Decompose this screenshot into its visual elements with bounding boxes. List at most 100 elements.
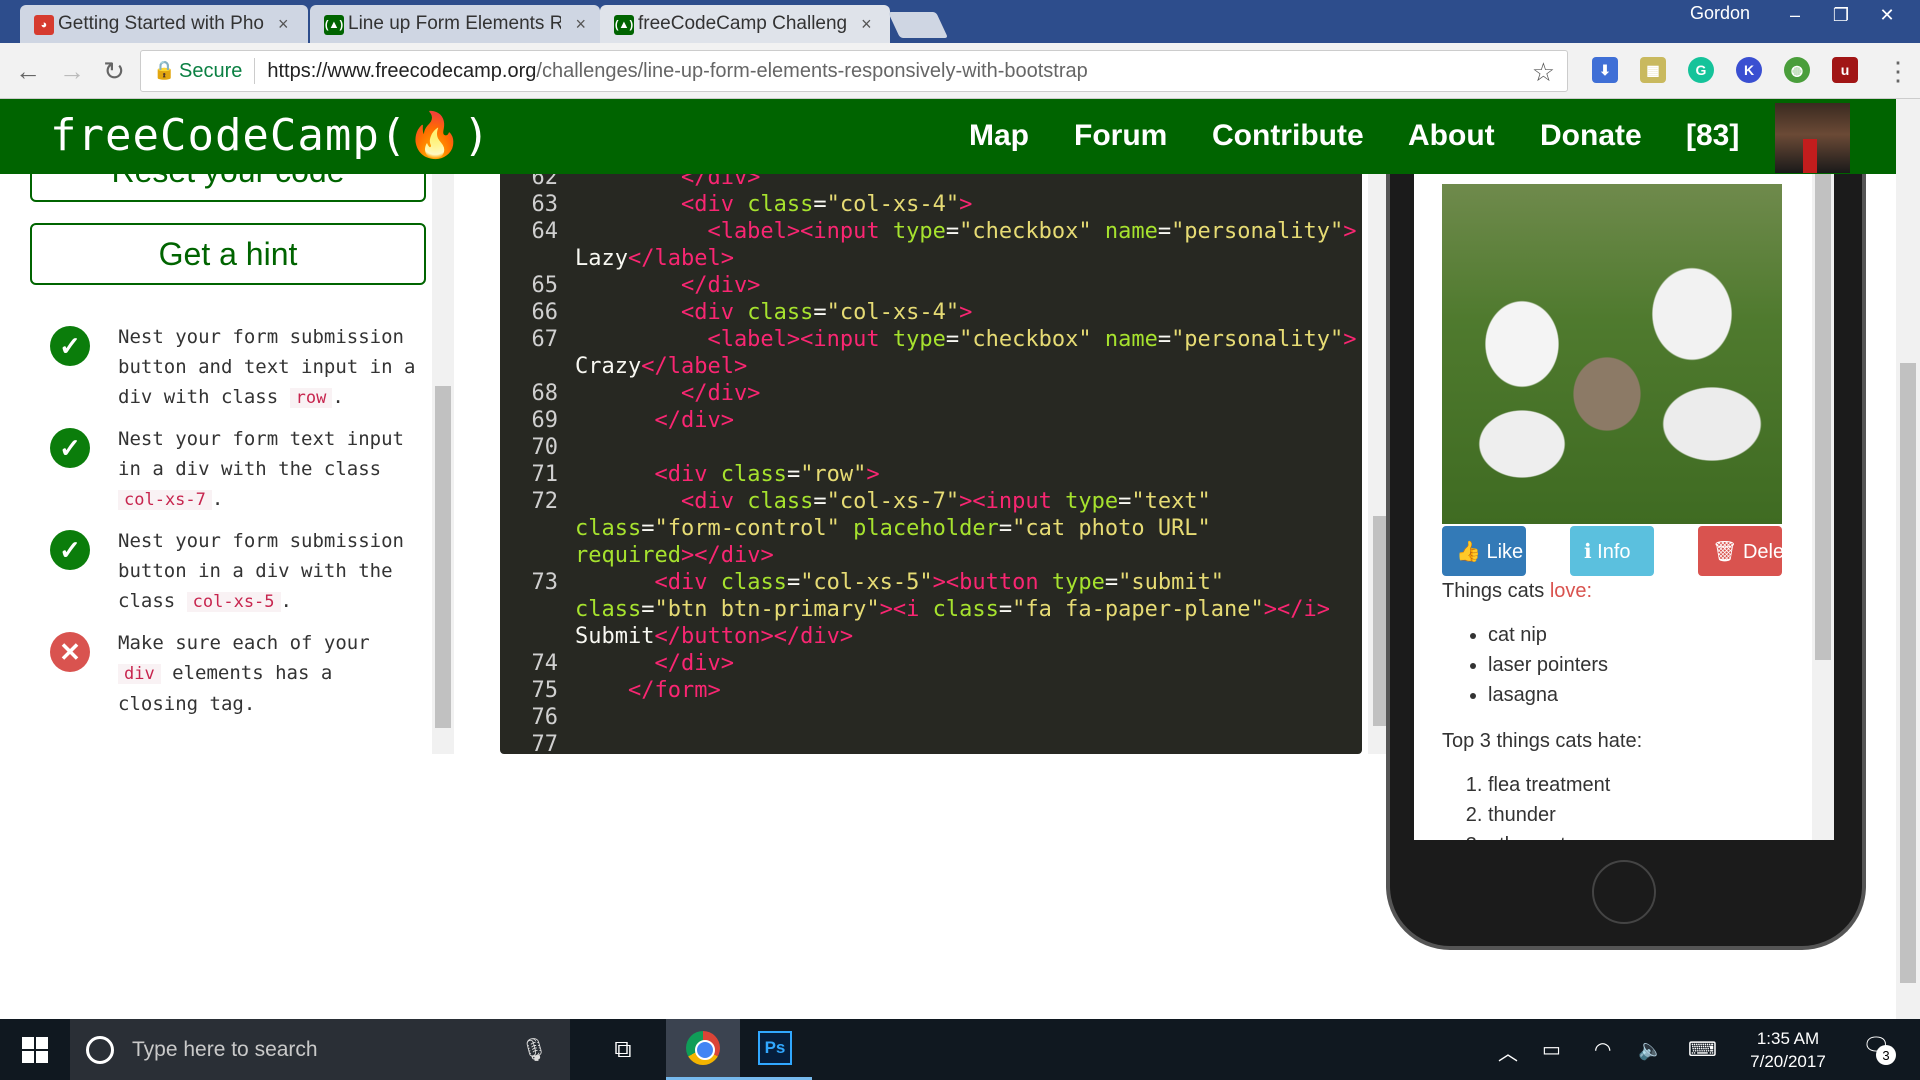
profile-name[interactable]: Gordon [1690,3,1750,24]
instructions-panel: Reset your code Get a hint ✓ Nest your f… [0,174,455,754]
code-line[interactable]: Lazy</label> [500,245,1362,272]
cross-icon: ✕ [50,632,90,672]
notes-icon[interactable]: ▦ [1640,57,1666,83]
k-extension-icon[interactable]: K [1736,57,1762,83]
volume-icon[interactable]: 🔈 [1638,1037,1663,1062]
avatar[interactable] [1775,103,1850,173]
taskbar-photoshop[interactable]: Ps [738,1019,812,1080]
task-view-icon[interactable]: ⧉ [586,1019,660,1080]
maximize-icon[interactable]: ❐ [1818,0,1864,30]
love-list: cat nip laser pointers lasagna [1488,620,1608,710]
address-bar[interactable]: 🔒 Secure https://www.freecodecamp.org /c… [140,50,1568,92]
code-line[interactable]: 69 </div> [500,407,1362,434]
kittens-photo[interactable] [1442,184,1782,524]
code-line[interactable]: required></div> [500,542,1362,569]
chrome-menu-icon[interactable]: ⋮ [1882,55,1914,87]
test-text: Nest your form submission button in a di… [118,530,404,612]
download-icon[interactable]: ⬇ [1592,57,1618,83]
code-line[interactable]: 76 [500,704,1362,731]
chevron-up-icon[interactable]: ︿ [1498,1037,1518,1066]
code-line[interactable]: 67 <label><input type="checkbox" name="p… [500,326,1362,353]
globe-icon[interactable]: ◍ [1784,57,1810,83]
bookmark-star-icon[interactable]: ☆ [1532,57,1555,88]
close-tab-icon[interactable]: × [278,14,289,35]
code-line[interactable]: 77 [500,731,1362,754]
list-item: flea treatment [1488,770,1610,800]
new-tab-button[interactable] [887,12,949,38]
minimize-icon[interactable]: – [1772,0,1818,30]
tab-line-up-form[interactable]: (▲) Line up Form Elements R × [310,5,600,43]
nav-contribute[interactable]: Contribute [1212,119,1364,153]
scroll-thumb[interactable] [1815,174,1831,660]
code-text: <label><input type="checkbox" name="pers… [575,327,1357,352]
close-tab-icon[interactable]: × [861,14,872,35]
line-number: 72 [531,489,559,514]
action-center-icon[interactable]: 🗨 3 [1862,1033,1896,1065]
code-line[interactable]: Submit</button></div> [500,623,1362,650]
code-line[interactable]: 72 <div class="col-xs-7"><input type="te… [500,488,1362,515]
keyboard-icon[interactable]: ⌨ [1688,1037,1717,1062]
reset-code-button[interactable]: Reset your code [30,174,426,202]
omnibox-divider [254,58,256,84]
code-line[interactable]: 62 </div> [500,174,1362,191]
code-text: <div class="row"> [575,462,880,487]
code-line[interactable]: 68 </div> [500,380,1362,407]
secure-label: Secure [179,59,243,82]
code-line[interactable]: 64 <label><input type="checkbox" name="p… [500,218,1362,245]
line-number: 71 [531,462,559,487]
instructions-scrollbar[interactable] [432,174,454,754]
check-icon: ✓ [50,530,90,570]
nav-forum[interactable]: Forum [1074,119,1167,153]
scroll-thumb[interactable] [1900,363,1916,983]
info-button[interactable]: ℹ Info [1570,526,1654,576]
code-line[interactable]: class="form-control" placeholder="cat ph… [500,515,1362,542]
get-hint-button[interactable]: Get a hint [30,223,426,285]
nav-points[interactable]: [83] [1686,119,1739,153]
nav-donate[interactable]: Donate [1540,119,1642,153]
code-text: <div class="col-xs-4"> [575,300,973,325]
code-line[interactable]: Crazy</label> [500,353,1362,380]
nav-map[interactable]: Map [969,119,1029,153]
ublock-icon[interactable]: u [1832,57,1858,83]
close-tab-icon[interactable]: × [575,14,586,35]
wifi-icon[interactable]: ◠ [1594,1037,1611,1062]
fcc-logo[interactable]: freeCodeCamp(🔥) [50,109,491,161]
reload-icon[interactable]: ↻ [98,55,130,87]
taskbar-clock[interactable]: 1:35 AM 7/20/2017 [1740,1027,1836,1073]
taskbar-search[interactable]: Type here to search 🎙 [70,1019,570,1080]
browser-tab-strip: ◕ Getting Started with Pho × (▲) Line up… [0,0,1920,43]
code-line[interactable]: 75 </form> [500,677,1362,704]
back-arrow-icon[interactable]: ← [12,55,44,87]
code-line[interactable]: 73 <div class="col-xs-5"><button type="s… [500,569,1362,596]
code-line[interactable]: 71 <div class="row"> [500,461,1362,488]
cortana-icon [86,1035,114,1064]
tab-fcc-challenge[interactable]: (▲) freeCodeCamp Challeng × [600,5,890,43]
list-item: cat nip [1488,620,1608,650]
windows-taskbar: Type here to search 🎙 ⧉ Ps ︿ ▭ ◠ 🔈 ⌨ 1:3… [0,1019,1920,1080]
code-editor[interactable]: 62 </div> 63 <div class="col-xs-4"> 64 <la… [500,174,1362,754]
code-text: </div> [575,651,734,676]
like-button[interactable]: 👍 Like [1442,526,1526,576]
code-text: <label><input type="checkbox" name="pers… [575,219,1357,244]
page-scrollbar[interactable] [1896,99,1920,1019]
close-window-icon[interactable]: ✕ [1864,0,1910,30]
scroll-thumb[interactable] [435,386,451,728]
code-line[interactable]: 66 <div class="col-xs-4"> [500,299,1362,326]
microphone-icon[interactable]: 🎙 [520,1037,548,1063]
taskbar-chrome[interactable] [666,1019,740,1080]
code-line[interactable]: class="btn btn-primary"><i class="fa fa-… [500,596,1362,623]
grammarly-icon[interactable]: G [1688,57,1714,83]
code-line[interactable]: 74 </div> [500,650,1362,677]
notification-count: 3 [1876,1045,1896,1065]
hate-heading: Top 3 things cats hate: [1442,730,1643,752]
preview-scrollbar[interactable] [1812,174,1834,840]
nav-about[interactable]: About [1408,119,1495,153]
forward-arrow-icon[interactable]: → [56,55,88,87]
battery-icon[interactable]: ▭ [1542,1037,1561,1062]
code-line[interactable]: 63 <div class="col-xs-4"> [500,191,1362,218]
delete-button[interactable]: 🗑 Delete [1698,526,1782,576]
code-line[interactable]: 70 [500,434,1362,461]
windows-start-icon[interactable] [22,1037,48,1063]
code-line[interactable]: 65 </div> [500,272,1362,299]
tab-getting-started[interactable]: ◕ Getting Started with Pho × [20,5,308,43]
